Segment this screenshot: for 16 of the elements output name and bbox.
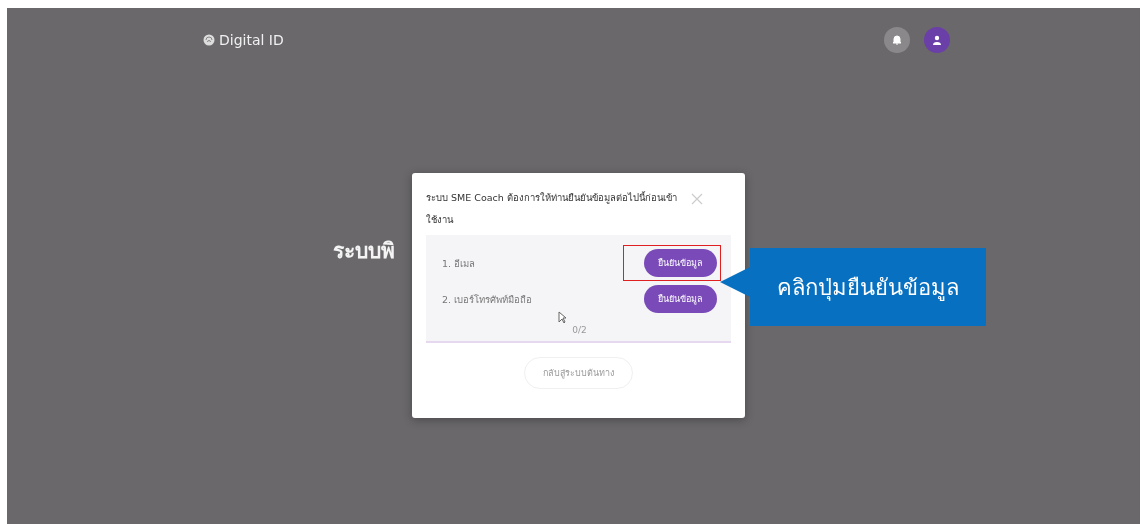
item-label: 1. อีเมล — [442, 256, 476, 271]
back-button[interactable]: กลับสู่ระบบต้นทาง — [524, 357, 633, 389]
profile-button[interactable] — [924, 27, 950, 53]
item-label: 2. เบอร์โทรศัพท์มือถือ — [442, 292, 533, 307]
logo-text: Digital ID — [219, 32, 284, 48]
progress-counter: 0/2 — [572, 325, 587, 335]
notification-button[interactable] — [884, 27, 910, 53]
dialog-title: ระบบ SME Coach ต้องการให้ท่านยืนยันข้อมูลต่อไปนี้ก่อนเข้าใช้งาน — [426, 190, 678, 227]
confirm-button[interactable]: ยืนยันข้อมูล — [644, 285, 717, 313]
person-icon — [932, 35, 942, 45]
cursor-icon — [558, 311, 567, 324]
page-heading: ระบบพิ — [333, 238, 395, 265]
close-icon — [691, 193, 703, 205]
confirm-button[interactable]: ยืนยันข้อมูล — [644, 249, 717, 277]
bell-icon — [892, 35, 902, 45]
callout-text: คลิกปุ่มยืนยันข้อมูล — [777, 273, 959, 303]
